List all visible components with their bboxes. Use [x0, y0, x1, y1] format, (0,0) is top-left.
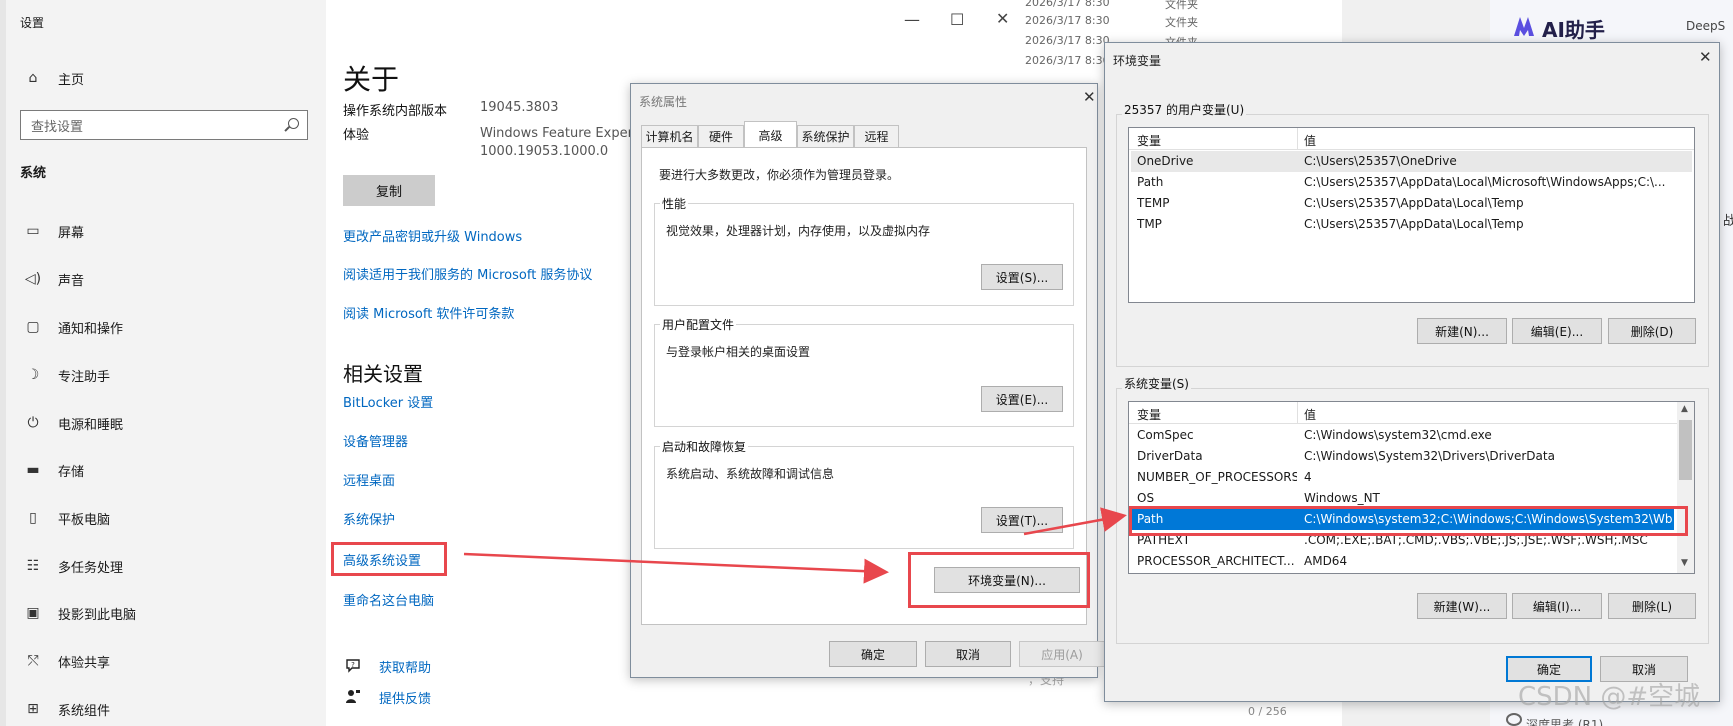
- annotation-arrows: [463, 507, 1127, 584]
- arrow-to-path-row: [1023, 507, 1127, 536]
- watermark: CSDN @#空城: [1518, 682, 1701, 712]
- arrow-to-env-button: [463, 552, 889, 584]
